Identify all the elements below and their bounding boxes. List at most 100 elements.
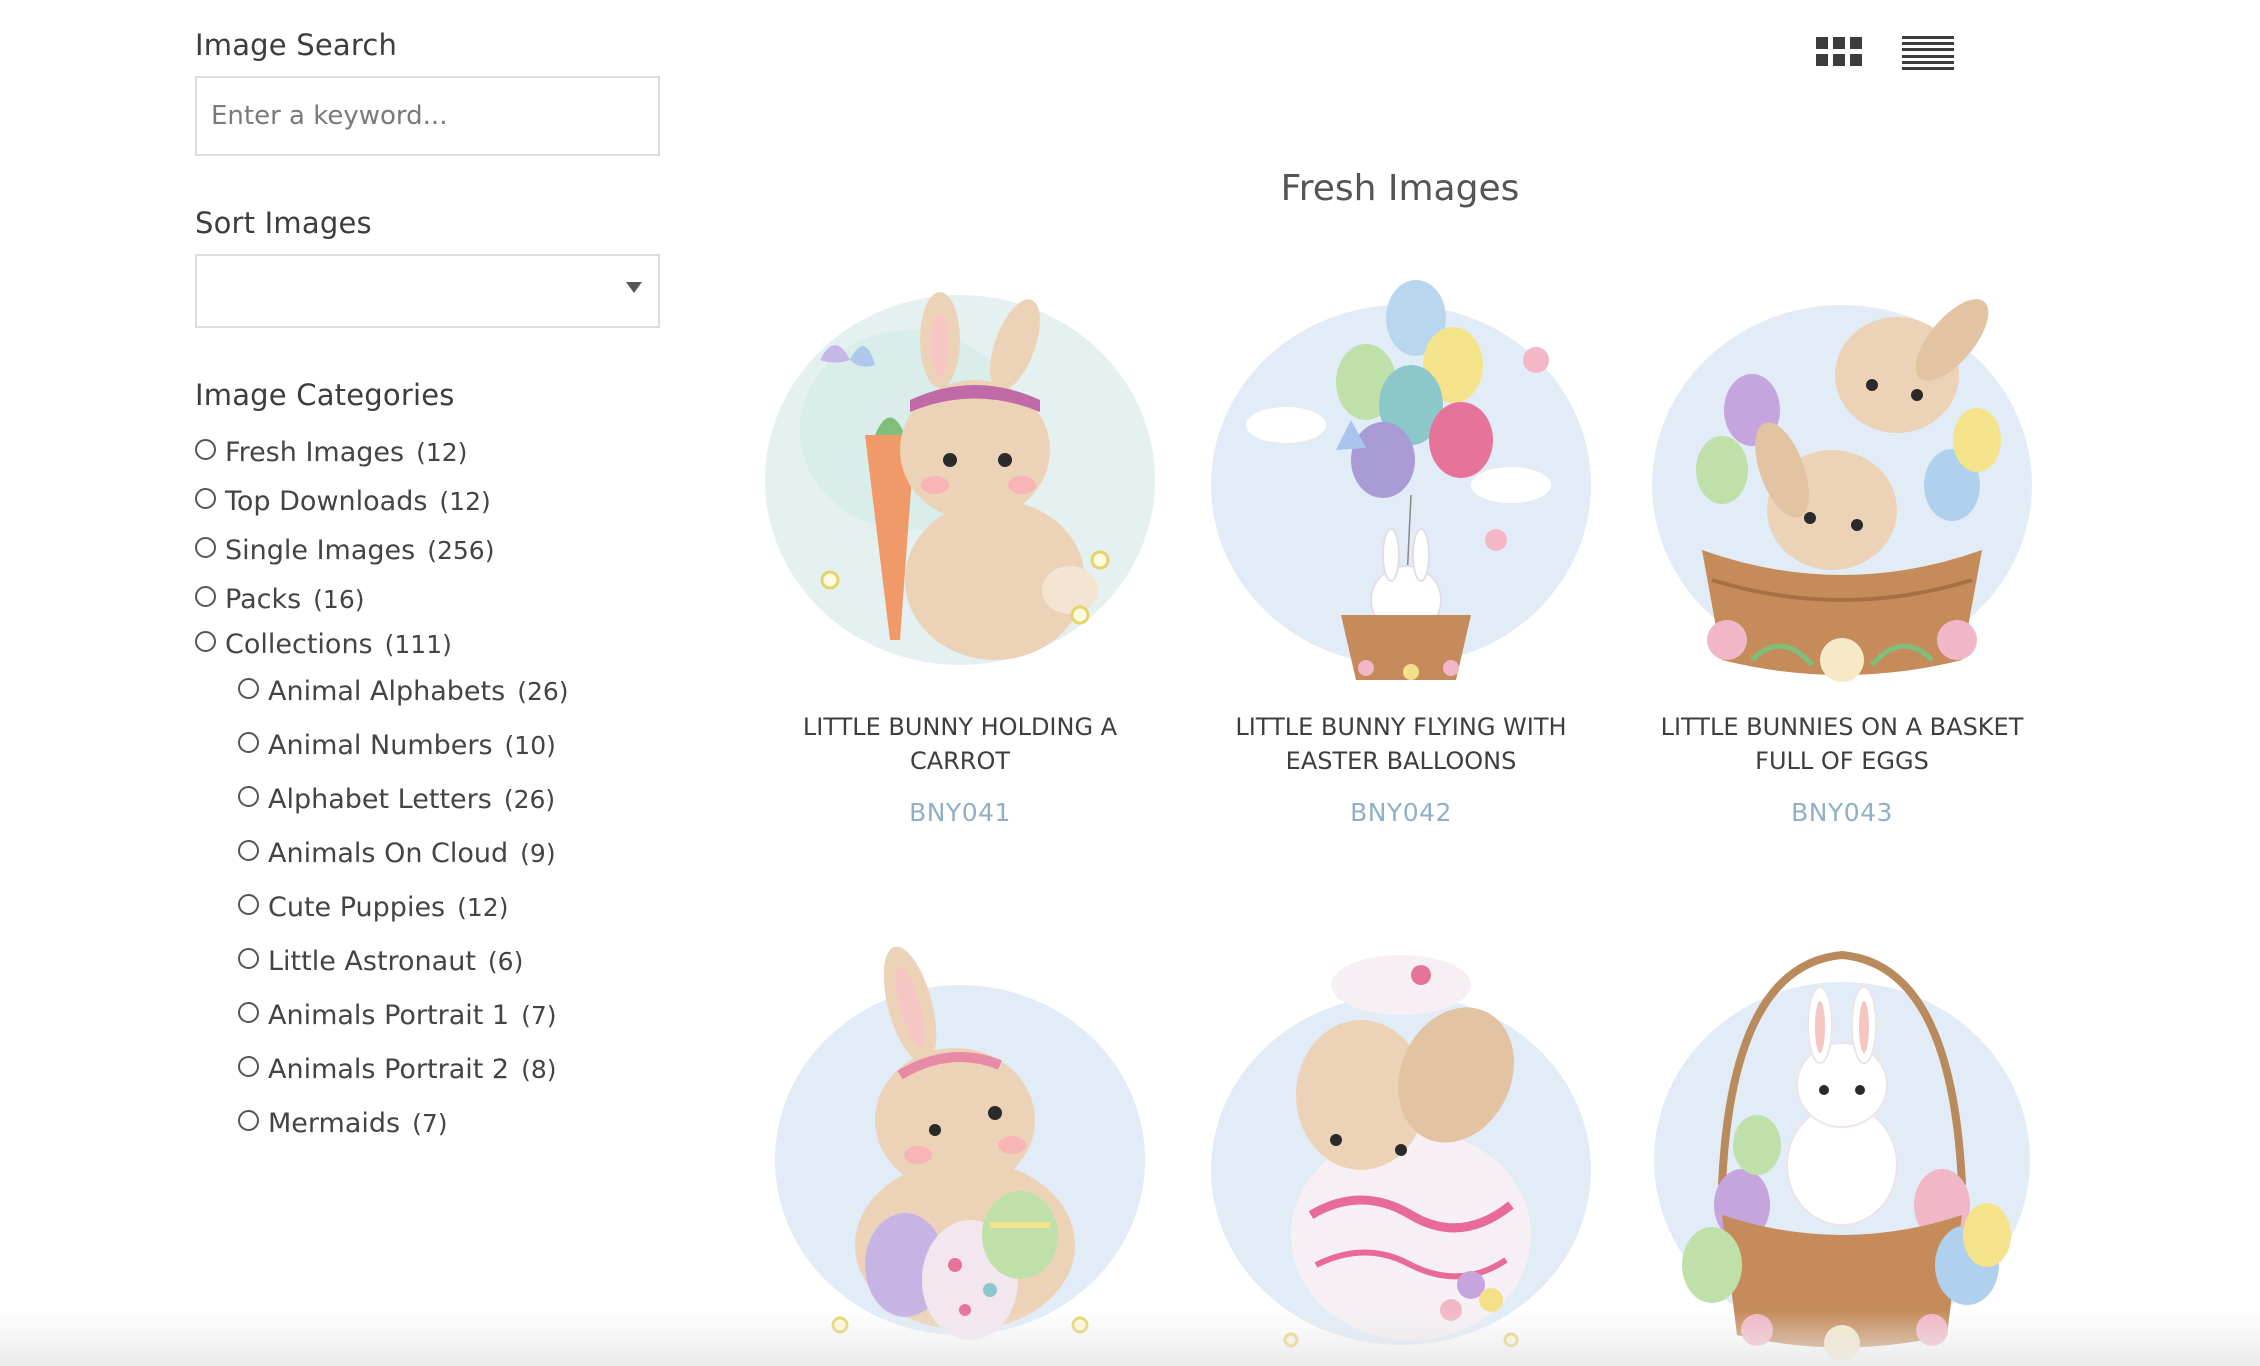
subcategory-cute-puppies[interactable]: Cute Puppies (12) [238,880,665,934]
image-search-title: Image Search [195,28,398,62]
radio-icon[interactable] [195,439,216,460]
collections-sublist-wrapper: Animal Alphabets (26) Animal Numbers (10… [195,664,665,1150]
category-list: Fresh Images (12) Top Downloads (12) Sin… [195,428,665,1150]
image-card-6[interactable] [1632,945,2052,1366]
subcategory-label: Cute Puppies [268,891,446,923]
grid-cell [1833,37,1845,49]
radio-icon[interactable] [238,1055,259,1077]
subcategory-label: Little Astronaut [268,945,476,977]
bunny-in-egg-image[interactable] [1191,945,1611,1365]
list-line [1902,66,1954,70]
list-line [1902,60,1954,64]
image-code-link[interactable]: BNY041 [750,798,1170,827]
category-count: (111) [384,629,452,659]
category-count: (12) [416,438,468,467]
category-count: (16) [313,585,365,614]
image-title[interactable]: LITTLE BUNNY HOLDING A CARROT [750,710,1170,778]
image-code-link[interactable]: BNY043 [1632,798,2052,827]
category-label: Top Downloads [225,486,428,517]
list-view-icon[interactable] [1902,36,1954,70]
radio-icon[interactable] [238,947,259,969]
subcategory-count: (7) [521,1000,557,1030]
category-top-downloads[interactable]: Top Downloads (12) [195,477,665,526]
radio-icon[interactable] [238,893,259,915]
bunny-balloons-image[interactable] [1191,270,1611,690]
subcategory-label: Animals On Cloud [268,837,509,869]
list-line [1902,36,1954,39]
image-title[interactable]: LITTLE BUNNIES ON A BASKET FULL OF EGGS [1632,710,2052,778]
subcategory-label: Animals Portrait 1 [268,999,510,1031]
grid-cell [1816,37,1828,49]
category-fresh-images[interactable]: Fresh Images (12) [195,428,665,477]
image-card-bny042[interactable]: LITTLE BUNNY FLYING WITH EASTER BALLOONS… [1191,270,1611,827]
radio-icon[interactable] [195,586,216,607]
radio-icon[interactable] [195,537,216,558]
radio-icon[interactable] [195,488,216,509]
sidebar: Image Search Sort Images Image Categorie… [195,28,665,1150]
white-bunny-basket-image[interactable] [1632,945,2052,1365]
chevron-down-icon [626,282,642,293]
image-card-5[interactable] [1191,945,1611,1366]
image-code-link[interactable]: BNY042 [1191,798,1611,827]
grid-view-icon[interactable] [1816,37,1862,69]
grid-cell [1850,37,1862,49]
bunny-carrot-image[interactable] [750,270,1170,690]
page: Image Search Sort Images Image Categorie… [0,0,2260,1366]
subcategory-animals-portrait-2[interactable]: Animals Portrait 2 (8) [238,1042,665,1096]
subcategory-animal-alphabets[interactable]: Animal Alphabets (26) [238,664,665,718]
subcategory-count: (9) [520,838,556,868]
category-collections[interactable]: Collections (111) [195,624,665,664]
subcategory-alphabet-letters[interactable]: Alphabet Letters (26) [238,772,665,826]
image-categories-title: Image Categories [195,378,455,412]
list-line [1902,42,1954,46]
category-label: Collections [225,628,373,660]
bunnies-basket-image[interactable] [1632,270,2052,690]
radio-icon[interactable] [238,1001,259,1023]
subcategory-count: (7) [412,1108,448,1138]
category-label: Fresh Images [225,437,405,468]
image-search-input[interactable] [195,76,660,156]
collections-sublist: Animal Alphabets (26) Animal Numbers (10… [238,664,665,1150]
radio-icon[interactable] [238,839,259,861]
image-card-bny041[interactable]: LITTLE BUNNY HOLDING A CARROT BNY041 [750,270,1170,827]
image-card-bny043[interactable]: LITTLE BUNNIES ON A BASKET FULL OF EGGS … [1632,270,2052,827]
image-card-4[interactable] [750,945,1170,1366]
subcategory-animals-on-cloud[interactable]: Animals On Cloud (9) [238,826,665,880]
subcategory-label: Animals Portrait 2 [268,1053,510,1085]
category-count: (12) [439,487,491,516]
subcategory-animals-portrait-1[interactable]: Animals Portrait 1 (7) [238,988,665,1042]
subcategory-little-astronaut[interactable]: Little Astronaut (6) [238,934,665,988]
subcategory-count: (26) [517,676,569,706]
subcategory-label: Alphabet Letters [268,783,492,815]
radio-icon[interactable] [238,785,259,807]
bunny-eggs-image[interactable] [750,945,1170,1365]
radio-icon[interactable] [238,677,259,699]
category-single-images[interactable]: Single Images (256) [195,526,665,575]
subcategory-label: Animal Numbers [268,729,493,761]
grid-cell [1850,54,1862,66]
subcategory-label: Animal Alphabets [268,675,506,707]
subcategory-count: (6) [487,946,524,976]
subcategory-count: (26) [503,784,556,814]
category-label: Packs [225,584,302,615]
image-title[interactable]: LITTLE BUNNY FLYING WITH EASTER BALLOONS [1191,710,1611,778]
subcategory-count: (12) [457,892,509,922]
subcategory-mermaids[interactable]: Mermaids (7) [238,1096,665,1150]
category-packs[interactable]: Packs (16) [195,575,665,624]
sort-images-title: Sort Images [195,206,372,240]
list-line [1902,54,1954,58]
subcategory-count: (8) [521,1054,557,1084]
list-line [1902,48,1954,52]
radio-icon[interactable] [238,1109,259,1131]
grid-cell [1816,54,1828,66]
page-title: Fresh Images [1280,168,1520,209]
subcategory-count: (10) [504,730,556,760]
radio-icon[interactable] [238,731,259,753]
view-toggle [1816,36,1954,70]
category-label: Single Images [225,535,416,566]
sort-images-select[interactable] [195,254,660,328]
subcategory-label: Mermaids [268,1107,401,1139]
radio-icon[interactable] [195,630,216,652]
grid-cell [1833,54,1845,66]
subcategory-animal-numbers[interactable]: Animal Numbers (10) [238,718,665,772]
